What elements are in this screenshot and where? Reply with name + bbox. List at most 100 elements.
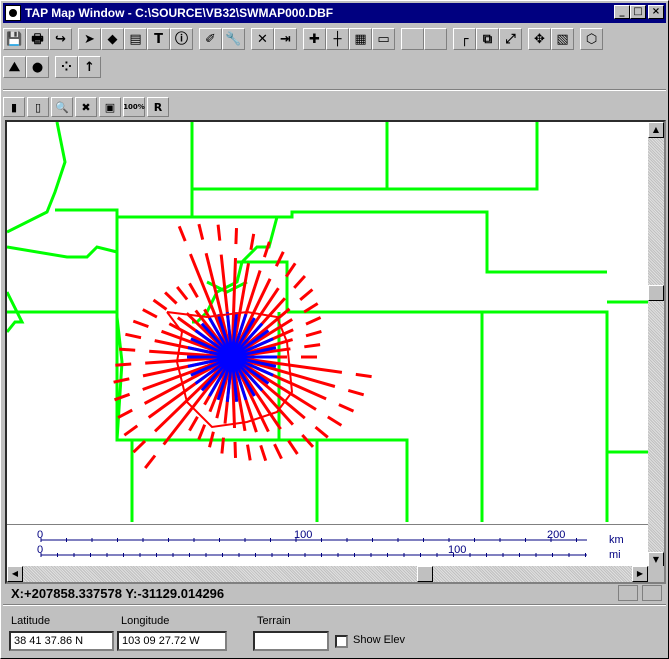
radial-segment bbox=[305, 329, 322, 338]
map-icon[interactable]: ▮ bbox=[3, 97, 25, 117]
radial-segment bbox=[144, 454, 157, 470]
radial-segment bbox=[259, 444, 268, 462]
vertical-scroll-thumb[interactable] bbox=[648, 285, 664, 301]
layer-icon[interactable]: ▤ bbox=[124, 28, 147, 50]
show-elev-checkbox[interactable] bbox=[335, 635, 348, 648]
radial-segment bbox=[142, 308, 158, 319]
horizontal-scroll-thumb[interactable] bbox=[417, 566, 433, 582]
terrain-field[interactable] bbox=[253, 631, 329, 651]
arrow-up-icon[interactable]: ↑ bbox=[78, 56, 101, 78]
status-print-icon[interactable] bbox=[642, 585, 662, 601]
pan-icon[interactable]: ✥ bbox=[528, 28, 551, 50]
radial-segment bbox=[132, 440, 147, 454]
radial-segment bbox=[152, 298, 168, 311]
km-end-label: 200 bbox=[547, 529, 565, 541]
scroll-up-button[interactable]: ▲ bbox=[648, 122, 664, 138]
longitude-label: Longitude bbox=[121, 615, 170, 627]
ruler-icon[interactable]: ┼ bbox=[326, 28, 349, 50]
state-boundary bbox=[7, 245, 118, 259]
scale-bar: 0 100 200 0 100 km mi bbox=[7, 524, 648, 568]
zoom-icon[interactable]: 🔍 bbox=[51, 97, 73, 117]
state-boundary bbox=[287, 310, 648, 454]
blank-button-2[interactable] bbox=[424, 28, 447, 50]
map-window: TAP Map Window - C:\SOURCE\VB32\SWMAP000… bbox=[0, 0, 669, 659]
km-zero-label: 0 bbox=[37, 529, 43, 541]
colors-icon[interactable]: ▧ bbox=[551, 28, 574, 50]
document-icon[interactable]: ▭ bbox=[372, 28, 395, 50]
terrain-profile-icon[interactable]: ⛰ bbox=[3, 56, 26, 78]
km-unit-label: km bbox=[609, 534, 624, 546]
horizontal-scrollbar[interactable]: ◀ ▶ bbox=[7, 566, 648, 582]
polygon-icon[interactable]: ⬡ bbox=[580, 28, 603, 50]
grid-icon[interactable]: ▦ bbox=[349, 28, 372, 50]
radial-segment bbox=[314, 425, 329, 439]
radial-segment bbox=[355, 372, 372, 379]
pointer-icon[interactable]: ➤ bbox=[78, 28, 101, 50]
radial-segment bbox=[208, 431, 215, 448]
scroll-left-button[interactable]: ◀ bbox=[7, 566, 23, 582]
radius-icon[interactable]: R bbox=[147, 97, 169, 117]
mi-zero-label: 0 bbox=[37, 544, 43, 556]
info-icon[interactable]: ⓘ bbox=[170, 28, 193, 50]
radial-segment bbox=[177, 225, 187, 242]
zoom-box-icon[interactable]: ⧉ bbox=[476, 28, 499, 50]
draw-line-icon[interactable]: ✐ bbox=[199, 28, 222, 50]
transmitter-site[interactable] bbox=[218, 343, 246, 371]
title-bar[interactable]: TAP Map Window - C:\SOURCE\VB32\SWMAP000… bbox=[3, 3, 666, 23]
map-view[interactable]: 0 100 200 0 100 km mi ▲ ▼ ◀ ▶ bbox=[5, 120, 666, 584]
text-icon[interactable]: T bbox=[147, 28, 170, 50]
radial-segment bbox=[197, 223, 205, 240]
globe-icon[interactable]: ● bbox=[26, 56, 49, 78]
exit-icon[interactable]: ⇥ bbox=[274, 28, 297, 50]
expand-icon[interactable]: ⤢ bbox=[499, 28, 522, 50]
add-point-icon[interactable]: ✚ bbox=[303, 28, 326, 50]
radial-segment bbox=[125, 332, 142, 340]
mi-unit-label: mi bbox=[609, 549, 621, 561]
main-toolbar: 💾 🖶 ↪ ➤ ◆ ▤ Tⓘ ✐ 🔧 ✕ ⇥ ✚ ┼ ▦ ▭ ┌ ⧉ ⤢ ✥ ▧ ⬡ bbox=[3, 25, 666, 53]
status-map-icon[interactable] bbox=[618, 585, 638, 601]
minimize-button[interactable]: _ bbox=[614, 5, 630, 19]
points-icon[interactable]: ⁘ bbox=[55, 56, 78, 78]
print-icon[interactable]: 🖶 bbox=[26, 28, 49, 50]
wrench-icon[interactable]: 🔧 bbox=[222, 28, 245, 50]
radial-segment bbox=[176, 285, 189, 301]
radial-segment bbox=[188, 282, 199, 298]
state-boundary bbox=[190, 122, 539, 191]
radial-segment bbox=[234, 228, 238, 245]
close-button[interactable]: × bbox=[648, 5, 664, 19]
save-icon[interactable]: 💾 bbox=[3, 28, 26, 50]
state-boundary bbox=[7, 122, 67, 234]
blank-button-1[interactable] bbox=[401, 28, 424, 50]
redo-icon[interactable]: ↪ bbox=[49, 28, 72, 50]
latitude-field[interactable]: 38 41 37.86 N bbox=[9, 631, 114, 651]
latitude-label: Latitude bbox=[11, 615, 51, 627]
radial-segment bbox=[188, 416, 199, 432]
toolbar-divider bbox=[3, 89, 666, 91]
radial-segment bbox=[327, 415, 343, 427]
scroll-right-button[interactable]: ▶ bbox=[632, 566, 648, 582]
view-toolbar: ▮ ▯ 🔍 ✖ ▣ 100% R bbox=[3, 95, 666, 119]
terrain-label: Terrain bbox=[257, 615, 291, 627]
location-panel: Latitude 38 41 37.86 N Longitude 103 09 … bbox=[3, 606, 666, 656]
radial-segment bbox=[347, 388, 365, 397]
app-icon[interactable] bbox=[5, 5, 21, 21]
delete-icon[interactable]: ✕ bbox=[251, 28, 274, 50]
radial-segment bbox=[132, 319, 149, 329]
zoom-100-icon[interactable]: 100% bbox=[123, 97, 145, 117]
cancel-icon[interactable]: ✖ bbox=[75, 97, 97, 117]
maximize-button[interactable]: □ bbox=[630, 5, 646, 19]
vertical-scrollbar[interactable]: ▲ ▼ bbox=[648, 122, 664, 568]
select-region-icon[interactable]: ◆ bbox=[101, 28, 124, 50]
map-canvas[interactable] bbox=[7, 122, 648, 524]
small-map-icon[interactable]: ▯ bbox=[27, 97, 49, 117]
radial-segment bbox=[119, 347, 136, 352]
radial-segment bbox=[338, 403, 355, 413]
corner-icon[interactable]: ┌ bbox=[453, 28, 476, 50]
coordinate-readout: X:+207858.337578 Y:-31129.014296 bbox=[11, 586, 225, 601]
radial-segment bbox=[299, 288, 314, 301]
longitude-field[interactable]: 103 09 27.72 W bbox=[117, 631, 227, 651]
picture-icon[interactable]: ▣ bbox=[99, 97, 121, 117]
radial-segment bbox=[273, 443, 283, 460]
km-mid-label: 100 bbox=[294, 529, 312, 541]
radial-segment bbox=[220, 437, 225, 454]
